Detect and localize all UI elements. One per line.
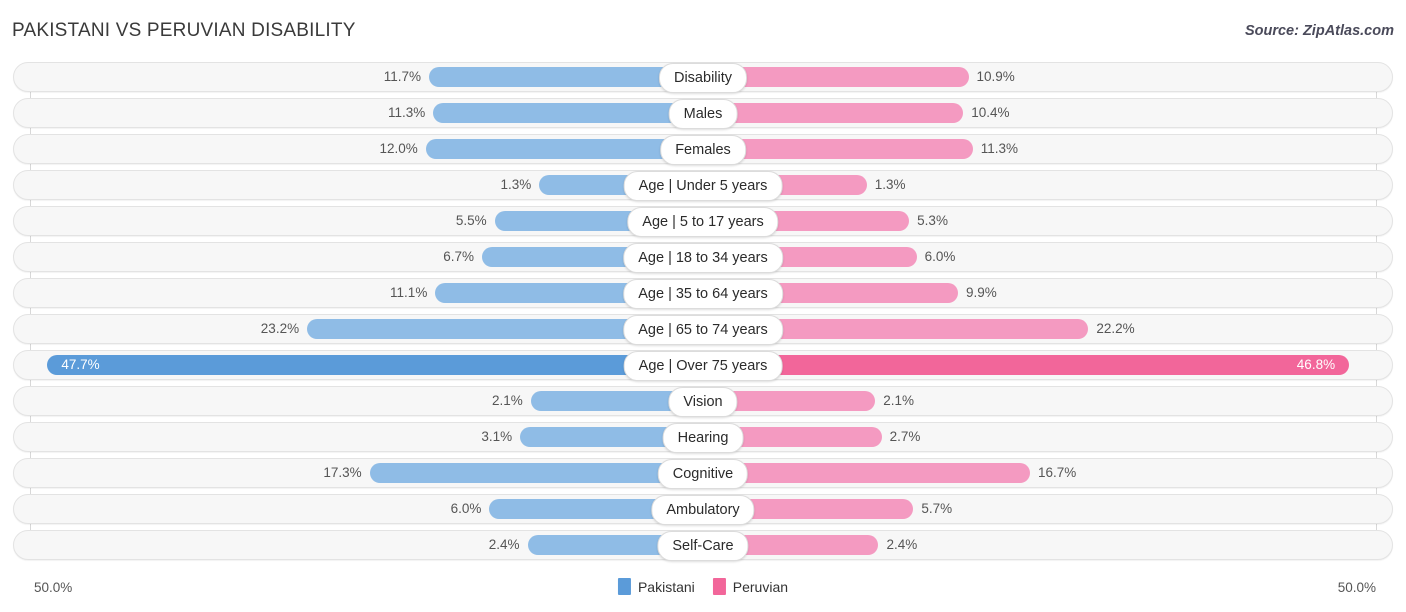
category-label[interactable]: Age | 65 to 74 years xyxy=(623,315,783,345)
category-label[interactable]: Cognitive xyxy=(657,459,749,489)
value-label-peruvian: 2.7% xyxy=(889,429,921,444)
legend-swatch-pakistani xyxy=(617,578,631,595)
bar-peruvian[interactable] xyxy=(703,103,964,123)
table-row[interactable]: 12.0% 11.3% Females xyxy=(0,134,1406,165)
table-row[interactable]: 11.7% 10.9% Disability xyxy=(0,62,1406,93)
source-attribution: Source: ZipAtlas.com xyxy=(1244,23,1394,39)
category-label[interactable]: Age | 18 to 34 years xyxy=(623,243,783,273)
value-label-peruvian: 1.3% xyxy=(874,177,906,192)
category-label[interactable]: Age | Under 5 years xyxy=(623,171,783,201)
chart-plot-area: 11.7% 10.9% Disability 11.3% 10.4% Males 12.0%… xyxy=(0,62,1406,574)
table-row[interactable]: 2.4% 2.4% Self-Care xyxy=(0,530,1406,561)
table-row[interactable]: 47.7% 46.8% Age | Over 75 years xyxy=(0,350,1406,381)
value-label-peruvian: 10.4% xyxy=(971,105,1010,120)
axis-label-left: 50.0% xyxy=(34,580,73,595)
bar-pakistani[interactable] xyxy=(369,463,703,483)
category-label[interactable]: Vision xyxy=(668,387,738,417)
chart-legend: Pakistani Peruvian xyxy=(617,578,789,595)
legend-swatch-peruvian xyxy=(712,578,726,595)
value-label-peruvian: 2.1% xyxy=(883,393,915,408)
category-label[interactable]: Hearing xyxy=(662,423,744,453)
table-row[interactable]: 6.7% 6.0% Age | 18 to 34 years xyxy=(0,242,1406,273)
value-label-pakistani: 11.1% xyxy=(390,285,428,300)
table-row[interactable]: 11.3% 10.4% Males xyxy=(0,98,1406,129)
legend-label: Pakistani xyxy=(637,578,695,595)
bar-peruvian[interactable] xyxy=(703,463,1031,483)
table-row[interactable]: 2.1% 2.1% Vision xyxy=(0,386,1406,417)
value-label-peruvian: 46.8% xyxy=(1296,357,1336,372)
table-row[interactable]: 1.3% 1.3% Age | Under 5 years xyxy=(0,170,1406,201)
axis-label-right: 50.0% xyxy=(1337,580,1376,595)
value-label-peruvian: 5.7% xyxy=(921,501,953,516)
category-label[interactable]: Males xyxy=(668,99,738,129)
value-label-pakistani: 12.0% xyxy=(379,141,418,156)
value-label-peruvian: 5.3% xyxy=(917,213,948,228)
value-label-pakistani: 6.0% xyxy=(450,501,482,516)
bar-pakistani[interactable] xyxy=(433,103,703,123)
value-label-pakistani: 2.1% xyxy=(491,393,523,408)
value-label-peruvian: 22.2% xyxy=(1096,321,1135,336)
value-label-pakistani: 23.2% xyxy=(260,321,300,336)
page-title: PAKISTANI VS PERUVIAN DISABILITY xyxy=(12,20,356,41)
value-label-pakistani: 47.7% xyxy=(61,357,100,372)
value-label-pakistani: 17.3% xyxy=(323,465,362,480)
legend-item[interactable]: Peruvian xyxy=(712,578,789,595)
category-label[interactable]: Age | Over 75 years xyxy=(623,351,783,381)
legend-item[interactable]: Pakistani xyxy=(617,578,695,595)
value-label-pakistani: 5.5% xyxy=(455,213,487,228)
value-label-pakistani: 1.3% xyxy=(500,177,532,192)
value-label-peruvian: 9.9% xyxy=(965,285,997,300)
value-label-peruvian: 6.0% xyxy=(924,249,956,264)
bar-rows-container: 11.7% 10.9% Disability 11.3% 10.4% Males 12.0%… xyxy=(0,62,1406,566)
table-row[interactable]: 23.2% 22.2% Age | 65 to 74 years xyxy=(0,314,1406,345)
value-label-peruvian: 10.9% xyxy=(976,69,1015,84)
table-row[interactable]: 5.5% 5.3% Age | 5 to 17 years xyxy=(0,206,1406,237)
value-label-pakistani: 11.7% xyxy=(383,69,421,84)
value-label-pakistani: 3.1% xyxy=(481,429,513,444)
value-label-pakistani: 6.7% xyxy=(443,249,474,264)
chart-footer: 50.0% 50.0% Pakistani Peruvian xyxy=(0,574,1406,612)
category-label[interactable]: Age | 5 to 17 years xyxy=(627,207,779,237)
category-label[interactable]: Age | 35 to 64 years xyxy=(623,279,783,309)
category-label[interactable]: Self-Care xyxy=(657,531,749,561)
bar-peruvian[interactable] xyxy=(703,355,1350,375)
value-label-peruvian: 2.4% xyxy=(886,537,918,552)
value-label-pakistani: 2.4% xyxy=(488,537,520,552)
value-label-pakistani: 11.3% xyxy=(387,105,426,120)
table-row[interactable]: 11.1% 9.9% Age | 35 to 64 years xyxy=(0,278,1406,309)
bar-pakistani[interactable] xyxy=(47,355,703,375)
table-row[interactable]: 17.3% 16.7% Cognitive xyxy=(0,458,1406,489)
chart-header: PAKISTANI VS PERUVIAN DISABILITY Source:… xyxy=(0,0,1406,62)
category-label[interactable]: Ambulatory xyxy=(651,495,755,525)
category-label[interactable]: Disability xyxy=(658,63,748,93)
value-label-peruvian: 11.3% xyxy=(980,141,1019,156)
legend-label: Peruvian xyxy=(732,578,789,595)
value-label-peruvian: 16.7% xyxy=(1038,465,1077,480)
table-row[interactable]: 3.1% 2.7% Hearing xyxy=(0,422,1406,453)
category-label[interactable]: Females xyxy=(660,135,746,165)
table-row[interactable]: 6.0% 5.7% Ambulatory xyxy=(0,494,1406,525)
